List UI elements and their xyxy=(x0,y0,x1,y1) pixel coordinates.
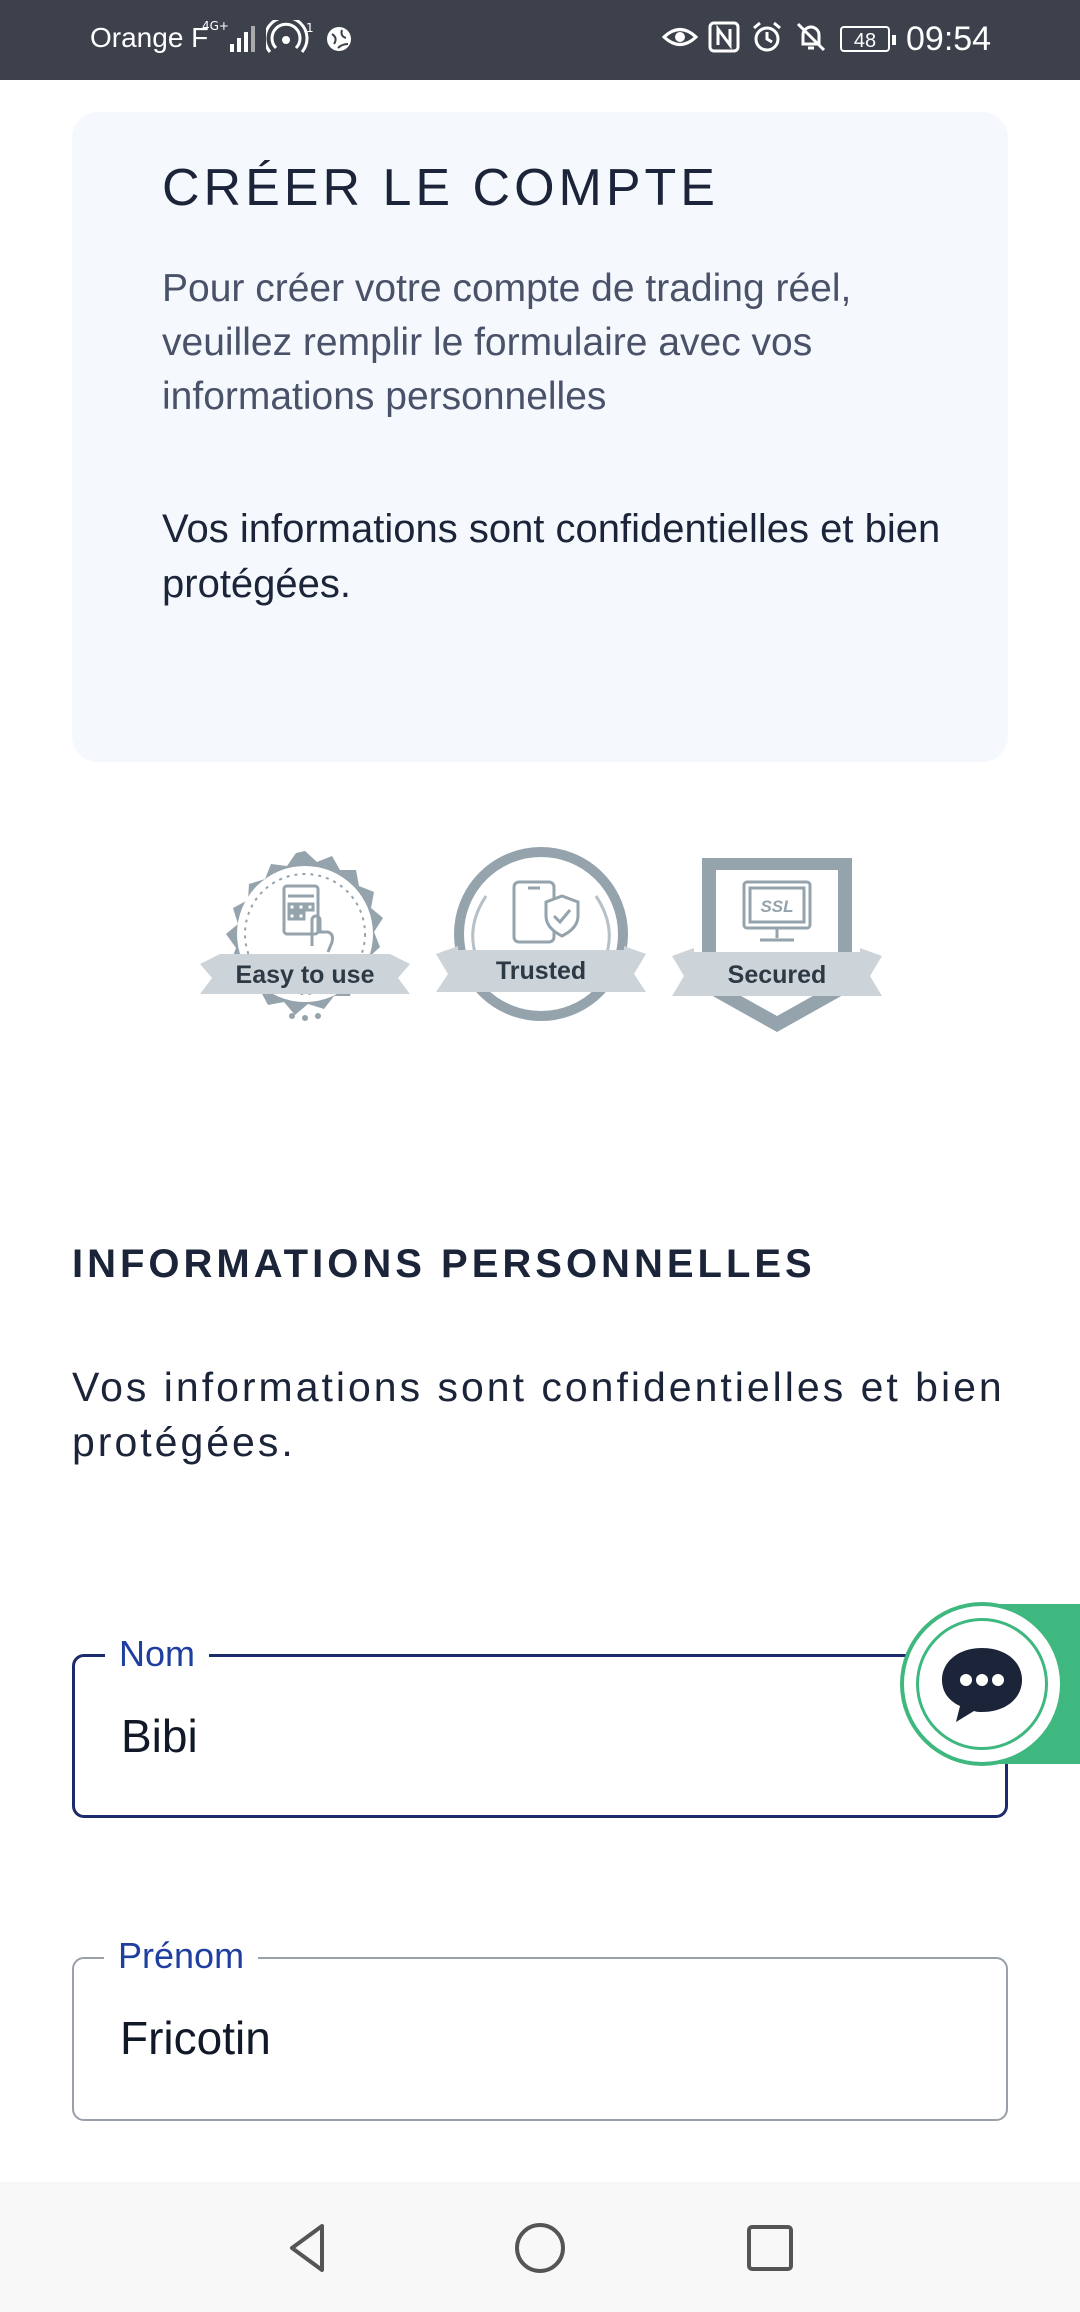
status-icons xyxy=(662,20,828,54)
nfc-icon xyxy=(708,21,740,53)
svg-text:1: 1 xyxy=(306,21,314,35)
phone-shield-icon xyxy=(512,880,580,944)
easy-to-use-badge: Easy to use xyxy=(200,851,410,1021)
section-subtitle: Vos informations sont confidentielles et… xyxy=(72,1364,1005,1465)
eye-icon xyxy=(662,28,698,46)
status-bar: Orange F 4G+ 1 48 09:54 xyxy=(0,0,1080,80)
ssl-text: SSL xyxy=(760,897,793,916)
system-nav-bar xyxy=(0,2182,1080,2312)
badge-label: Secured xyxy=(728,961,827,989)
privacy-note: Vos informations sont confidentielles et… xyxy=(162,507,941,606)
svg-text:4G+: 4G+ xyxy=(202,19,229,33)
hotspot-icon: 1 xyxy=(266,20,314,53)
prenom-label: Prénom xyxy=(104,1935,259,1977)
trusted-badge: Trusted xyxy=(436,847,646,1021)
recents-square-icon[interactable] xyxy=(740,2218,800,2278)
bell-off-icon xyxy=(796,22,826,52)
laurel-icon xyxy=(471,895,611,957)
chat-inner-ring xyxy=(916,1618,1048,1750)
prenom-field[interactable]: Prénom xyxy=(72,1935,1008,2121)
trust-badges: Easy to use Trusted SSL Secured xyxy=(200,846,882,1046)
home-circle-icon[interactable] xyxy=(510,2218,570,2278)
alarm-icon xyxy=(753,21,781,52)
globe-icon xyxy=(327,27,351,51)
badge-label: Easy to use xyxy=(236,961,375,989)
badge-label: Trusted xyxy=(496,957,586,985)
secured-badge: SSL Secured xyxy=(672,858,882,1032)
nom-field[interactable]: Nom xyxy=(72,1633,1008,1818)
page-title: CRÉER LE COMPTE xyxy=(162,159,719,217)
intro-description: Pour créer votre compte de trading réel,… xyxy=(162,267,852,418)
create-account-card: CRÉER LE COMPTE Pour créer votre compte … xyxy=(72,112,1008,762)
nom-input[interactable] xyxy=(121,1709,941,1763)
nom-label: Nom xyxy=(105,1633,210,1675)
clock: 09:54 xyxy=(906,20,992,58)
battery-icon: 48 xyxy=(840,26,896,52)
carrier-name: Orange F xyxy=(90,22,209,53)
prenom-input[interactable] xyxy=(120,2011,940,2065)
chat-bubble-icon xyxy=(942,1648,1022,1722)
chat-button[interactable] xyxy=(904,1606,1060,1762)
back-triangle-icon[interactable] xyxy=(278,2218,338,2278)
section-heading: INFORMATIONS PERSONNELLES xyxy=(72,1242,816,1286)
signal-icon: 4G+ xyxy=(202,19,255,52)
